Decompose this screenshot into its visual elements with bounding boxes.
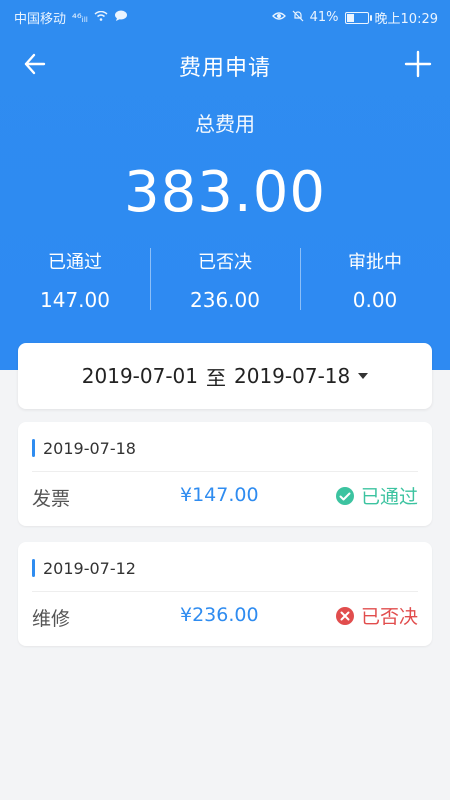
- caret-down-icon: [358, 373, 369, 379]
- divider: [32, 471, 418, 472]
- wifi-icon: [94, 10, 108, 25]
- stat-value: 236.00: [190, 288, 260, 312]
- divider: [32, 591, 418, 592]
- stat-value: 0.00: [352, 288, 398, 312]
- accent-bar: [32, 559, 35, 577]
- accent-bar: [32, 439, 35, 457]
- stat-approved: 已通过 147.00: [0, 240, 150, 320]
- total-label: 总费用: [195, 112, 255, 136]
- status-right: 41% 晚上10:29: [271, 8, 438, 27]
- carrier-text: 中国移动: [14, 12, 67, 27]
- battery-level: [346, 13, 354, 22]
- card-date-text: 2019-07-18: [43, 438, 136, 458]
- status-bar: 中国移动 ⁴⁶ᵢₗₗ 41% 晚上10:29: [0, 0, 450, 32]
- status-approved: 已通过: [335, 482, 418, 509]
- stats-row: 已通过 147.00 已否决 236.00 审批中 0.00: [0, 240, 450, 320]
- stat-label: 审批中: [348, 252, 402, 273]
- mute-bell-icon: [292, 10, 304, 26]
- total-value: 383.00: [124, 160, 326, 225]
- message-icon: [114, 10, 128, 26]
- add-button[interactable]: [400, 46, 436, 82]
- expense-type: 发票: [32, 488, 71, 510]
- expense-card[interactable]: 2019-07-18 发票 ¥147.00 已通过: [18, 422, 432, 526]
- expense-amount: ¥236.00: [180, 604, 259, 626]
- stat-label: 已否决: [198, 252, 252, 273]
- battery-icon: [344, 11, 372, 24]
- status-text: 已通过: [360, 486, 418, 508]
- plus-icon: [404, 50, 432, 78]
- eye-icon: [271, 10, 286, 25]
- header: 中国移动 ⁴⁶ᵢₗₗ 41% 晚上10:29 费用申请 总费用 383.00 已…: [0, 0, 450, 370]
- expense-card[interactable]: 2019-07-12 维修 ¥236.00 已否决: [18, 542, 432, 646]
- check-circle-icon: [335, 486, 354, 505]
- signal-icon: ⁴⁶ᵢₗₗ: [72, 10, 88, 25]
- status-text: 已否决: [360, 606, 418, 628]
- clock-text: 晚上10:29: [374, 12, 438, 27]
- top-bar: 费用申请: [0, 36, 450, 86]
- stat-pending: 审批中 0.00: [300, 240, 450, 320]
- page-title: 费用申请: [178, 56, 271, 81]
- status-left: 中国移动 ⁴⁶ᵢₗₗ: [14, 8, 128, 27]
- card-date: 2019-07-18: [32, 436, 136, 460]
- expense-amount: ¥147.00: [180, 484, 259, 506]
- stat-value: 147.00: [40, 288, 110, 312]
- card-date-text: 2019-07-12: [43, 558, 136, 578]
- expense-type: 维修: [32, 608, 71, 630]
- card-date: 2019-07-12: [32, 556, 136, 580]
- stat-rejected: 已否决 236.00: [150, 240, 300, 320]
- date-range-picker[interactable]: 2019-07-01 至 2019-07-18: [18, 343, 432, 409]
- status-rejected: 已否决: [335, 602, 418, 629]
- battery-tip: [369, 14, 372, 21]
- battery-text: 41%: [309, 10, 339, 25]
- stat-label: 已通过: [48, 252, 102, 273]
- date-separator: 至: [206, 365, 226, 390]
- date-start: 2019-07-01: [81, 364, 198, 388]
- x-circle-icon: [335, 606, 354, 625]
- date-end: 2019-07-18: [234, 364, 351, 388]
